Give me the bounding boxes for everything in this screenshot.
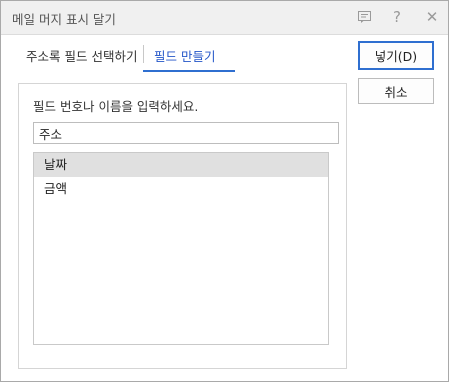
close-icon[interactable]: ✕ — [421, 7, 443, 27]
active-tab-indicator — [143, 70, 235, 72]
help-icon[interactable]: ? — [386, 7, 408, 27]
mail-merge-dialog: 메일 머지 표시 달기 ? ✕ 주소록 필드 선택하기 필드 만들기 필드 번호… — [0, 0, 449, 382]
tab-create-field[interactable]: 필드 만들기 — [154, 46, 215, 70]
list-item[interactable]: 금액 — [34, 177, 328, 201]
field-name-input[interactable] — [33, 122, 339, 144]
field-prompt-label: 필드 번호나 이름을 입력하세요. — [33, 99, 199, 114]
cancel-button[interactable]: 취소 — [358, 78, 434, 104]
tab-divider — [143, 45, 144, 63]
feedback-icon[interactable] — [353, 7, 375, 27]
tab-address-book-field[interactable]: 주소록 필드 선택하기 — [26, 46, 137, 70]
comment-icon — [357, 11, 371, 23]
insert-button[interactable]: 넣기(D) — [358, 41, 434, 70]
dialog-title: 메일 머지 표시 달기 — [12, 12, 116, 27]
field-list[interactable]: 날짜 금액 — [33, 152, 329, 345]
create-field-panel: 필드 번호나 이름을 입력하세요. 날짜 금액 — [18, 83, 347, 369]
title-bar[interactable]: 메일 머지 표시 달기 ? ✕ — [1, 1, 448, 35]
list-item[interactable]: 날짜 — [34, 153, 328, 177]
